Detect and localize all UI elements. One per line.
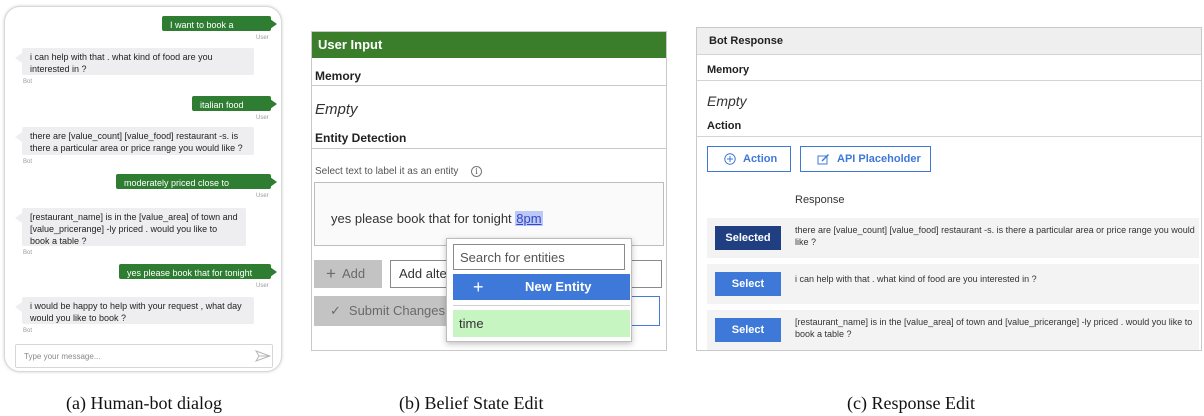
- user-input-header: User Input: [312, 32, 666, 58]
- response-text: i can help with that . what kind of food…: [795, 274, 1037, 284]
- sender-label: User: [256, 35, 269, 41]
- divider: [312, 148, 666, 149]
- submit-changes-button[interactable]: ✓ Submit Changes: [314, 296, 448, 326]
- entity-hint: Select text to label it as an entity: [315, 166, 459, 177]
- message-input[interactable]: [15, 344, 273, 368]
- bubble-tail: [270, 267, 277, 277]
- memory-heading: Memory: [315, 69, 362, 83]
- utterance-text[interactable]: yes please book that for tonight 8pm: [331, 211, 543, 226]
- entity-option-time[interactable]: time: [453, 310, 630, 337]
- bubble-tail: [15, 53, 22, 63]
- submit-label: Submit Changes: [348, 303, 446, 318]
- sender-label: User: [256, 193, 269, 199]
- dropdown-divider: [453, 305, 630, 306]
- divider: [697, 54, 1201, 55]
- bubble-tail: [270, 19, 277, 29]
- entity-dropdown: + New Entity time: [446, 238, 632, 342]
- add-action-button[interactable]: Action: [707, 146, 791, 172]
- plus-circle-icon: [724, 153, 736, 165]
- add-button[interactable]: + Add: [314, 260, 382, 288]
- edit-icon: [817, 154, 829, 165]
- divider: [312, 85, 666, 86]
- bot-message: i would be happy to help with your reque…: [22, 297, 254, 324]
- sender-label: Bot: [23, 250, 33, 256]
- bubble-tail: [15, 302, 22, 312]
- response-column-header: Response: [795, 194, 845, 206]
- sender-label: Bot: [23, 79, 33, 85]
- user-message: yes please book that for tonight 8pm: [119, 264, 271, 290]
- user-message: italian food please: [192, 96, 271, 122]
- belief-state-panel: User Input Memory Empty Entity Detection…: [311, 31, 667, 351]
- selected-button[interactable]: Selected: [715, 226, 781, 250]
- new-entity-button[interactable]: + New Entity: [453, 274, 630, 300]
- response-row: Select [restaurant_name] is in the [valu…: [707, 310, 1199, 350]
- caption-c: (c) Response Edit: [847, 393, 975, 413]
- response-row: Selected there are [value_count] [value_…: [707, 218, 1199, 258]
- memory-value: Empty: [707, 93, 747, 109]
- sender-label: Bot: [23, 159, 33, 165]
- sender-label: Bot: [23, 328, 33, 334]
- sender-label: User: [256, 283, 269, 289]
- api-placeholder-button[interactable]: API Placeholder: [800, 146, 931, 172]
- plus-icon: +: [473, 277, 484, 297]
- response-text: [restaurant_name] is in the [value_area]…: [795, 317, 1193, 339]
- send-arrow-icon[interactable]: [255, 350, 271, 362]
- action-heading: Action: [707, 120, 742, 132]
- sender-label: User: [256, 115, 269, 121]
- bot-message: i can help with that . what kind of food…: [22, 48, 254, 75]
- action-button-label: Action: [743, 153, 778, 165]
- chat-panel: I want to book a restaurant User i can h…: [4, 6, 282, 372]
- response-text: there are [value_count] [value_food] res…: [795, 225, 1195, 247]
- bot-response-header: Bot Response: [697, 28, 1201, 54]
- response-panel: Bot Response Memory Empty Action Action …: [696, 27, 1202, 351]
- add-button-label: Add: [341, 266, 366, 281]
- user-message: I want to book a restaurant: [162, 16, 271, 42]
- user-message: moderately priced close to downtown: [116, 174, 271, 200]
- response-row: Select i can help with that . what kind …: [707, 264, 1199, 304]
- bubble-tail: [15, 132, 22, 142]
- select-button[interactable]: Select: [715, 272, 781, 296]
- caption-b: (b) Belief State Edit: [399, 393, 544, 413]
- check-icon: ✓: [330, 303, 341, 318]
- plus-icon: +: [326, 264, 336, 283]
- bot-message: there are [value_count] [value_food] res…: [22, 127, 254, 155]
- utterance-prefix: yes please book that for tonight: [331, 211, 516, 226]
- divider: [697, 136, 1201, 137]
- bot-message: [restaurant_name] is in the [value_area]…: [22, 208, 246, 246]
- new-entity-label: New Entity: [525, 279, 592, 294]
- entity-search-input[interactable]: [453, 244, 625, 270]
- bubble-tail: [270, 177, 277, 187]
- info-icon[interactable]: i: [471, 166, 482, 177]
- caption-a: (a) Human-bot dialog: [66, 393, 222, 413]
- bubble-tail: [270, 99, 277, 109]
- entity-detection-heading: Entity Detection: [315, 131, 407, 145]
- select-button[interactable]: Select: [715, 318, 781, 342]
- memory-value: Empty: [315, 101, 358, 118]
- bubble-tail: [15, 213, 22, 223]
- divider: [697, 80, 1201, 81]
- api-button-label: API Placeholder: [837, 153, 921, 165]
- memory-heading: Memory: [707, 64, 750, 76]
- selected-entity-text[interactable]: 8pm: [515, 211, 543, 226]
- utterance-box[interactable]: yes please book that for tonight 8pm: [314, 182, 664, 246]
